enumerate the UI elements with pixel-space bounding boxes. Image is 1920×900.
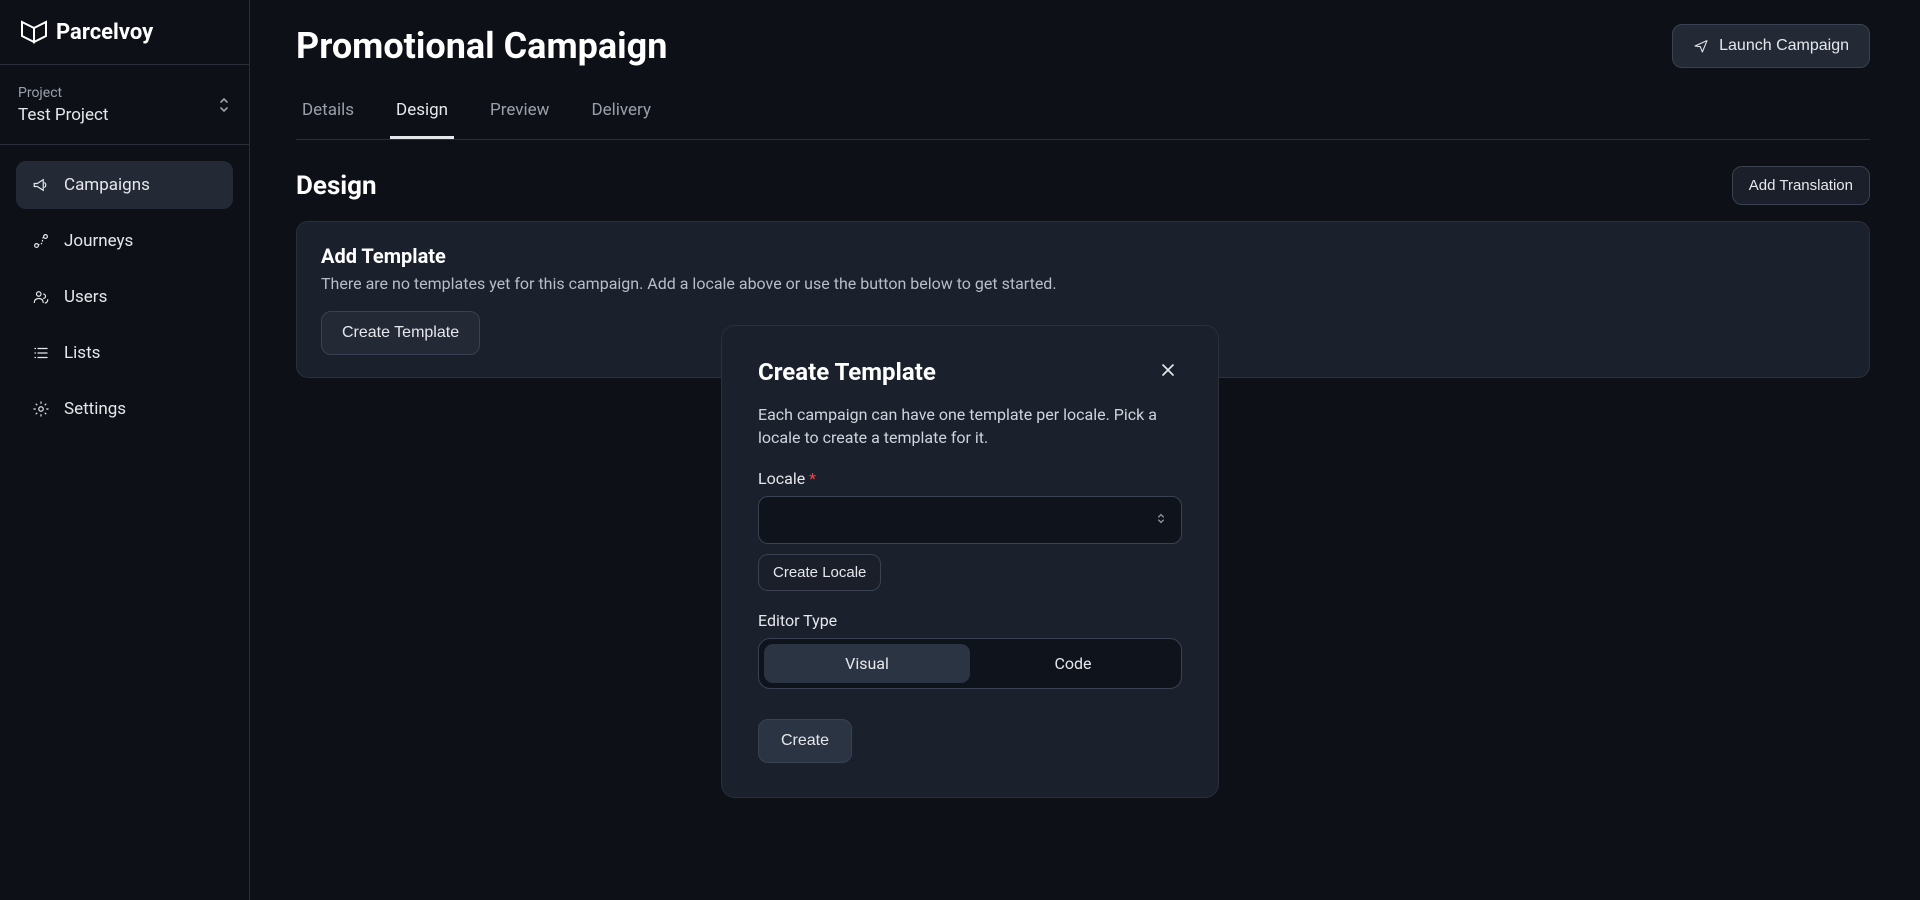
users-icon xyxy=(32,288,50,306)
send-icon xyxy=(1693,38,1709,54)
required-marker: * xyxy=(809,469,816,488)
sidebar-item-users[interactable]: Users xyxy=(16,273,233,321)
locale-select[interactable] xyxy=(758,496,1182,544)
sidebar-item-journeys[interactable]: Journeys xyxy=(16,217,233,265)
logo[interactable]: Parcelvoy xyxy=(0,0,249,65)
modal-close-button[interactable] xyxy=(1154,356,1182,387)
editor-type-segmented: Visual Code xyxy=(758,638,1182,689)
section-header: Design Add Translation xyxy=(296,166,1870,205)
project-selector[interactable]: Project Test Project xyxy=(0,65,249,145)
modal-header: Create Template xyxy=(758,356,1182,387)
sidebar-item-campaigns[interactable]: Campaigns xyxy=(16,161,233,209)
sidebar: Parcelvoy Project Test Project Campaigns… xyxy=(0,0,250,900)
chevron-up-down-icon xyxy=(217,96,231,114)
nav-list: Campaigns Journeys Users Lists Settings xyxy=(0,145,249,449)
tab-design[interactable]: Design xyxy=(390,88,454,139)
route-icon xyxy=(32,232,50,250)
modal-title: Create Template xyxy=(758,358,936,386)
page-title: Promotional Campaign xyxy=(296,25,667,67)
locale-select-wrap xyxy=(758,496,1182,544)
tab-row: Details Design Preview Delivery xyxy=(296,88,1870,140)
tab-preview[interactable]: Preview xyxy=(484,88,555,139)
project-name: Test Project xyxy=(18,105,108,125)
list-icon xyxy=(32,344,50,362)
panel-heading: Add Template xyxy=(321,244,1845,268)
megaphone-icon xyxy=(32,176,50,194)
nav-label: Lists xyxy=(64,343,100,363)
nav-label: Settings xyxy=(64,399,126,419)
create-template-modal: Create Template Each campaign can have o… xyxy=(721,325,1219,798)
tab-delivery[interactable]: Delivery xyxy=(585,88,657,139)
gear-icon xyxy=(32,400,50,418)
editor-option-visual[interactable]: Visual xyxy=(764,644,970,683)
add-translation-button[interactable]: Add Translation xyxy=(1732,166,1870,205)
modal-create-button[interactable]: Create xyxy=(758,719,852,763)
create-locale-button[interactable]: Create Locale xyxy=(758,554,881,591)
modal-description: Each campaign can have one template per … xyxy=(758,403,1182,449)
editor-type-label: Editor Type xyxy=(758,611,1182,630)
launch-label: Launch Campaign xyxy=(1719,37,1849,55)
create-template-button[interactable]: Create Template xyxy=(321,311,480,355)
page-header: Promotional Campaign Launch Campaign xyxy=(296,0,1870,76)
sidebar-item-lists[interactable]: Lists xyxy=(16,329,233,377)
close-icon xyxy=(1158,360,1178,380)
launch-campaign-button[interactable]: Launch Campaign xyxy=(1672,24,1870,68)
panel-body: There are no templates yet for this camp… xyxy=(321,274,1845,293)
parcelvoy-logo-icon: Parcelvoy xyxy=(18,18,188,46)
sidebar-item-settings[interactable]: Settings xyxy=(16,385,233,433)
tab-details[interactable]: Details xyxy=(296,88,360,139)
nav-label: Campaigns xyxy=(64,175,150,195)
nav-label: Users xyxy=(64,287,107,307)
svg-text:Parcelvoy: Parcelvoy xyxy=(56,20,154,45)
project-label: Project xyxy=(18,85,108,101)
editor-option-code[interactable]: Code xyxy=(970,644,1176,683)
nav-label: Journeys xyxy=(64,231,133,251)
section-title: Design xyxy=(296,171,377,201)
locale-label: Locale * xyxy=(758,469,1182,488)
